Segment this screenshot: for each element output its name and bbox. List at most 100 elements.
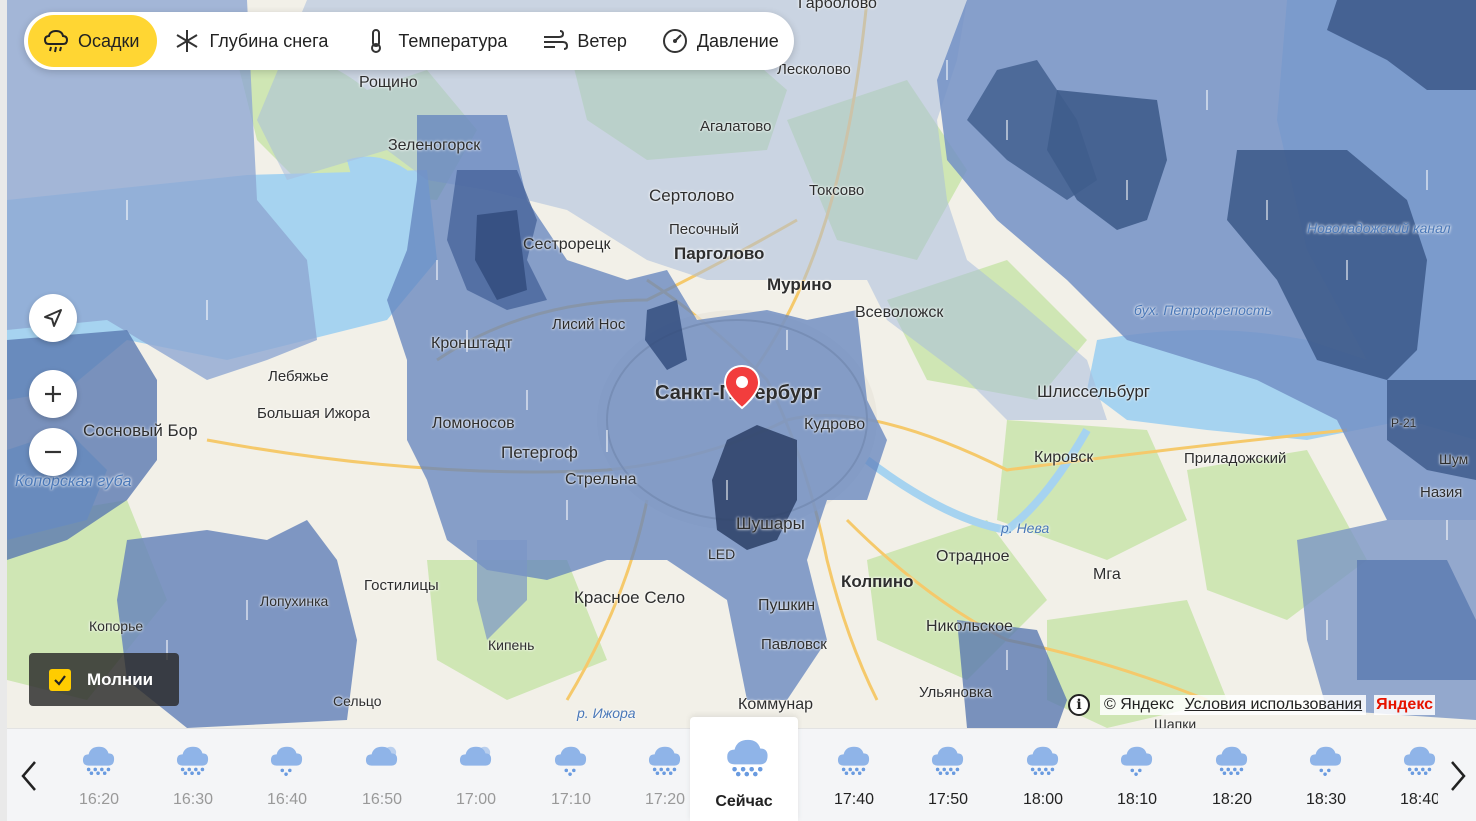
place-label: Ульяновка [919,684,993,701]
cloud-icon [363,743,401,777]
place-label: р. Нева [1001,520,1050,536]
timeline-time: 18:10 [1116,791,1158,808]
cloud-icon [457,743,495,777]
timeline-item[interactable]: 17:00 [429,729,523,821]
place-label: Петергоф [501,443,578,462]
timeline: 16:20 16:30 16:40 16:50 17:00 17:10 17:20 Сейча… [7,717,1476,821]
timeline-item[interactable]: 16:40 [240,729,334,821]
terms-link[interactable]: Условия использования [1185,696,1363,713]
place-label: Кировск [1034,449,1094,466]
tab-wind[interactable]: Ветер [525,15,644,67]
weather-map-app: Гарболово Рощино Лесколово Агалатово Зеленог… [0,0,1476,821]
place-label: Копорье [89,618,144,634]
tab-label: Давление [696,30,779,51]
timeline-next-button[interactable] [1438,729,1476,821]
timeline-item[interactable]: 16:30 [146,729,240,821]
place-label: Павловск [761,636,827,653]
light-rain-cloud-icon [1118,743,1156,777]
light-rain-cloud-icon [552,743,590,777]
timeline-time: 17:10 [550,791,592,808]
location-pin-icon[interactable] [723,364,761,410]
rain-cloud-icon [80,743,118,777]
tab-snow-depth[interactable]: Глубина снега [157,15,346,67]
thermometer-icon [362,27,390,55]
rain-cloud-icon [724,735,772,779]
zoom-out-button[interactable] [29,428,77,476]
place-label: Агалатово [700,118,772,135]
timeline-prev-button[interactable] [9,729,49,821]
timeline-time: 18:20 [1211,791,1253,808]
place-label: Песочный [669,221,740,238]
timeline-item[interactable]: 18:00 [996,729,1090,821]
place-label: Мга [1093,566,1121,583]
timeline-time: 16:30 [172,791,214,808]
place-label: Всеволожск [855,304,944,321]
rain-cloud-icon [174,743,212,777]
timeline-item[interactable]: 18:30 [1279,729,1373,821]
lightning-toggle[interactable]: Молнии [29,653,179,706]
wind-icon [541,27,569,55]
place-label: Мурино [767,275,832,294]
timeline-time: Сейчас [715,793,773,810]
timeline-time: 16:20 [78,791,120,808]
rain-cloud-icon [1024,743,1062,777]
locate-arrow-icon [44,309,62,327]
place-label: Приладожский [1184,450,1287,467]
timeline-time: 17:00 [455,791,497,808]
timeline-time: 17:50 [927,791,969,808]
timeline-item[interactable]: 18:10 [1090,729,1184,821]
brand-logo[interactable]: Яндекс [1374,695,1436,715]
place-label: Кудрово [804,416,866,433]
place-label: Копорская губа [15,473,132,490]
place-label: Шлиссельбург [1037,382,1150,401]
place-label: Лебяжье [268,368,329,385]
timeline-item[interactable]: 18:20 [1185,729,1279,821]
info-icon[interactable]: i [1068,694,1090,716]
tab-precipitation[interactable]: Осадки [28,15,158,67]
timeline-time: 18:00 [1022,791,1064,808]
left-edge [0,0,7,821]
tab-label: Глубина снега [209,30,329,51]
place-label: Лесколово [777,61,851,78]
place-label: Шушары [736,514,805,533]
place-label: Колпино [841,572,914,591]
checkmark-icon [54,674,66,686]
timeline-item[interactable]: 16:50 [335,729,429,821]
locate-button[interactable] [29,294,77,342]
place-label: Ломоносов [432,415,515,432]
place-label: Никольское [926,618,1013,635]
rain-cloud-icon [835,743,873,777]
place-label: бух. Петрокрепость [1134,302,1272,318]
lightning-label: Молнии [87,669,154,689]
place-label: Зеленогорск [388,137,481,154]
pressure-gauge-icon [661,27,689,55]
timeline-item-now[interactable]: Сейчас [690,717,798,821]
rain-cloud-icon [42,27,70,55]
timeline-item[interactable]: 17:50 [901,729,995,821]
place-label: Кипень [488,637,535,653]
place-label: Коммунар [738,696,814,713]
timeline-item[interactable]: 17:40 [807,729,901,821]
lightning-checkbox[interactable] [49,668,71,691]
place-label: LED [708,546,736,562]
place-label: Сосновый Бор [83,421,198,440]
place-label: Р-21 [1391,416,1417,430]
zoom-in-button[interactable] [29,370,77,418]
timeline-time: 17:40 [833,791,875,808]
place-label: Пушкин [758,597,816,614]
timeline-item[interactable]: 16:20 [52,729,146,821]
rain-cloud-icon [1213,743,1251,777]
light-rain-cloud-icon [268,743,306,777]
tab-temperature[interactable]: Температура [346,15,525,67]
timeline-item[interactable]: 17:10 [524,729,618,821]
attribution: i © Яндекс Условия использования Яндекс [1068,692,1436,718]
layer-switcher: Осадки Глубина снега Температура Ветер Д… [24,12,794,70]
place-label: Отрадное [936,548,1010,565]
snowflake-icon [173,27,201,55]
light-rain-cloud-icon [1307,743,1345,777]
place-label: Стрельна [565,471,637,488]
place-label: Гостилицы [364,577,439,594]
place-label: Сестрорецк [523,236,611,253]
tab-pressure[interactable]: Давление [645,15,797,67]
map-view[interactable]: Гарболово Рощино Лесколово Агалатово Зеленог… [7,0,1476,728]
